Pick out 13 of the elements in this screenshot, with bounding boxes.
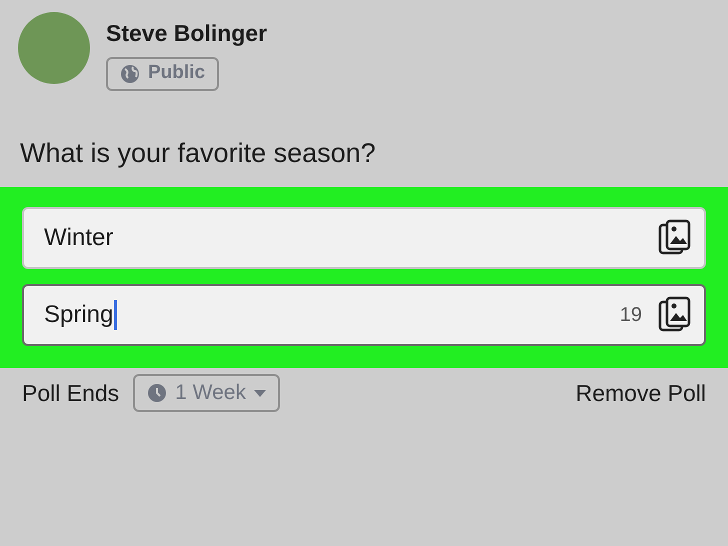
character-counter: 19 [620, 303, 642, 328]
poll-question: What is your favorite season? [19, 136, 377, 170]
remove-poll-link[interactable]: Remove Poll [576, 376, 706, 410]
caret-icon [254, 390, 266, 396]
clock-icon [147, 383, 168, 403]
author-name: Steve Bolinger [106, 19, 268, 48]
poll-ends-label: Poll Ends [22, 378, 120, 408]
option-field[interactable]: Spring 19 [22, 284, 706, 346]
photo-icon[interactable] [658, 219, 692, 257]
text-cursor [114, 300, 118, 330]
photo-icon[interactable] [658, 296, 692, 334]
option-field[interactable]: Winter [22, 207, 706, 269]
globe-icon [120, 64, 140, 84]
